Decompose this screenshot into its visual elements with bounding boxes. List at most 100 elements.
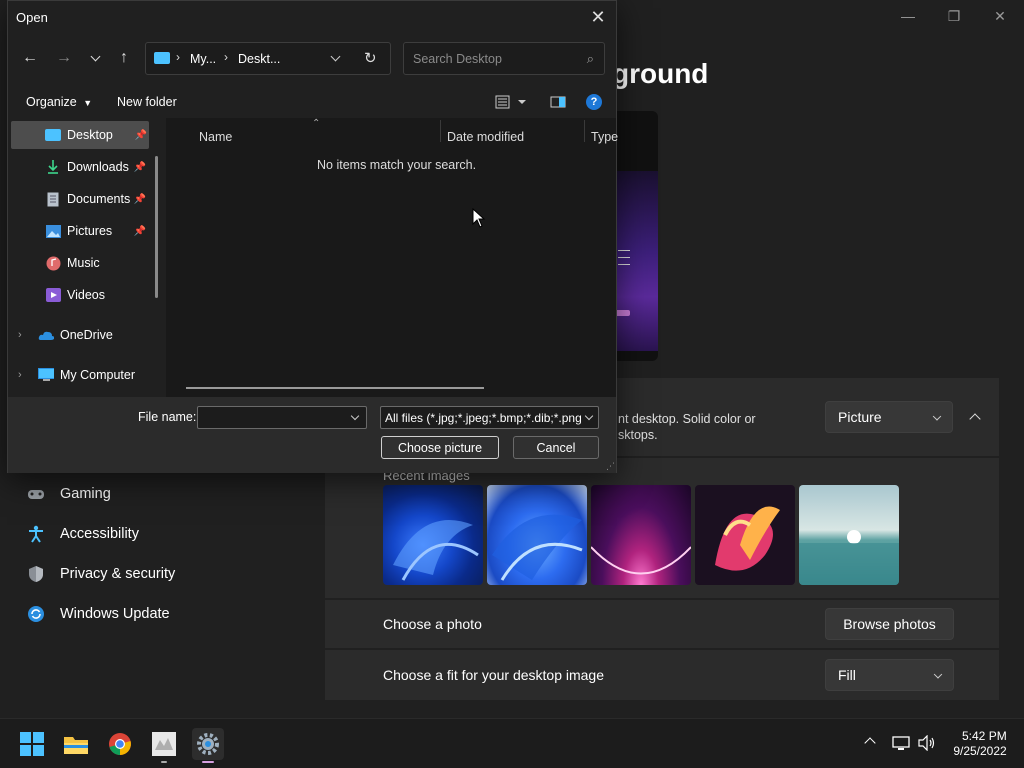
arrow-right-icon: → xyxy=(56,49,72,66)
recent-image-thumbnail[interactable] xyxy=(695,485,795,585)
recent-image-thumbnail[interactable] xyxy=(799,485,899,585)
breadcrumb-segment[interactable]: Deskt... xyxy=(238,52,280,66)
start-button[interactable] xyxy=(16,728,48,760)
column-header-name[interactable]: Name xyxy=(199,130,232,144)
volume-icon[interactable] xyxy=(918,734,936,754)
file-type-filter[interactable]: All files (*.jpg;*.jpeg;*.bmp;*.dib;*.pn… xyxy=(380,406,599,429)
column-divider[interactable] xyxy=(584,120,585,142)
recent-image-thumbnail[interactable] xyxy=(591,485,691,585)
mouse-cursor xyxy=(472,207,486,231)
show-hidden-icons-button[interactable] xyxy=(864,735,876,749)
chevron-down-icon[interactable] xyxy=(350,411,360,421)
resize-grip-icon[interactable]: ⋰ xyxy=(606,461,615,472)
browse-photos-button[interactable]: Browse photos xyxy=(825,608,954,640)
nav-item-privacy[interactable]: Privacy & security xyxy=(26,564,175,584)
navigation-pane: Desktop 📌 Downloads 📌 Documents 📌 Pictur… xyxy=(8,118,165,397)
search-input[interactable]: Search Desktop ⌕ xyxy=(403,42,605,75)
nav-label: Pictures xyxy=(67,224,113,238)
chevron-up-icon xyxy=(969,413,981,425)
chevron-down-icon xyxy=(90,51,100,61)
update-icon xyxy=(26,604,46,624)
desktop-icon xyxy=(154,52,170,64)
chevron-down-icon[interactable] xyxy=(330,51,341,62)
chevron-right-icon[interactable]: › xyxy=(18,329,38,341)
dialog-title: Open xyxy=(16,10,48,25)
new-folder-button[interactable]: New folder xyxy=(117,95,177,109)
choose-fit-label: Choose a fit for your desktop image xyxy=(383,667,605,683)
shield-icon xyxy=(26,564,46,584)
organize-button[interactable]: Organize ▼ xyxy=(26,95,92,109)
back-button[interactable]: ← xyxy=(18,46,42,70)
recent-image-thumbnail[interactable] xyxy=(487,485,587,585)
description-line: sktops. xyxy=(618,428,658,442)
address-bar[interactable]: › My... › Deskt... ↻ xyxy=(145,42,391,75)
glow-wallpaper-image xyxy=(591,546,691,575)
column-header-type[interactable]: Type xyxy=(591,130,618,144)
clock-time: 5:42 PM xyxy=(962,729,1007,743)
music-icon xyxy=(45,255,61,271)
chevron-down-icon: ▼ xyxy=(83,98,93,108)
nav-label: Downloads xyxy=(67,160,129,174)
maximize-button[interactable]: ❐ xyxy=(931,0,977,32)
column-header-date-modified[interactable]: Date modified xyxy=(447,130,524,144)
help-button[interactable]: ? xyxy=(586,94,602,110)
fit-dropdown[interactable]: Fill xyxy=(825,659,954,691)
chevron-right-icon[interactable]: › xyxy=(18,369,38,381)
nav-documents[interactable]: Documents 📌 xyxy=(8,185,148,213)
help-icon: ? xyxy=(590,96,598,108)
close-button[interactable]: ✕ xyxy=(977,0,1023,32)
clock-date: 9/25/2022 xyxy=(953,744,1007,758)
nav-music[interactable]: Music xyxy=(8,249,148,277)
horizontal-scrollbar[interactable] xyxy=(186,387,484,389)
clock[interactable]: 5:42 PM 9/25/2022 xyxy=(950,729,1007,759)
document-icon xyxy=(45,191,61,207)
breadcrumb-separator-icon: › xyxy=(224,50,228,64)
cloud-icon xyxy=(38,327,54,343)
nav-videos[interactable]: Videos xyxy=(8,281,148,309)
breadcrumb-segment[interactable]: My... xyxy=(190,52,216,66)
nav-desktop[interactable]: Desktop 📌 xyxy=(11,121,149,149)
pin-icon: 📌 xyxy=(133,161,146,173)
file-explorer-button[interactable] xyxy=(60,728,92,760)
file-name-input[interactable] xyxy=(197,406,367,429)
nav-item-label: Privacy & security xyxy=(60,566,176,582)
chrome-button[interactable] xyxy=(104,728,136,760)
image-app-button[interactable] xyxy=(148,728,180,763)
ribbon-wallpaper-image xyxy=(715,506,780,571)
nav-item-windows-update[interactable]: Windows Update xyxy=(26,604,170,624)
nav-scrollbar[interactable] xyxy=(155,156,158,298)
file-list[interactable]: Name ⌃ Date modified Type No items match… xyxy=(166,118,618,397)
picture-icon xyxy=(45,223,61,239)
up-button[interactable]: ↑ xyxy=(112,46,136,70)
network-icon[interactable] xyxy=(892,735,910,754)
close-icon: ✕ xyxy=(590,6,606,27)
recent-image-thumbnail[interactable] xyxy=(383,485,483,585)
background-type-dropdown[interactable]: Picture xyxy=(825,401,953,433)
collapse-button[interactable] xyxy=(955,401,995,433)
pin-icon: 📌 xyxy=(133,193,146,205)
cancel-button[interactable]: Cancel xyxy=(513,436,599,459)
nav-pictures[interactable]: Pictures 📌 xyxy=(8,217,148,245)
nav-onedrive[interactable]: › OneDrive xyxy=(8,321,148,349)
forward-button[interactable]: → xyxy=(52,46,76,70)
view-options-button[interactable] xyxy=(495,95,527,109)
video-icon xyxy=(45,287,61,303)
nav-my-computer[interactable]: › My Computer xyxy=(8,361,148,389)
close-icon: ✕ xyxy=(994,7,1006,24)
minimize-button[interactable]: — xyxy=(885,0,931,32)
gamepad-icon xyxy=(26,484,46,504)
dialog-close-button[interactable]: ✕ xyxy=(586,5,610,29)
nav-item-gaming[interactable]: Gaming xyxy=(26,484,111,504)
settings-button[interactable] xyxy=(192,728,224,763)
chevron-down-icon xyxy=(933,670,943,679)
recent-locations-button[interactable] xyxy=(83,46,107,70)
preview-pane-button[interactable] xyxy=(550,95,566,109)
maximize-icon: ❐ xyxy=(947,7,961,24)
column-divider[interactable] xyxy=(440,120,441,142)
refresh-icon[interactable]: ↻ xyxy=(364,49,377,67)
arrow-up-icon: ↑ xyxy=(120,49,128,66)
nav-downloads[interactable]: Downloads 📌 xyxy=(8,153,148,181)
nav-item-accessibility[interactable]: Accessibility xyxy=(26,524,139,544)
nav-label: OneDrive xyxy=(60,328,113,342)
choose-picture-button[interactable]: Choose picture xyxy=(381,436,499,459)
